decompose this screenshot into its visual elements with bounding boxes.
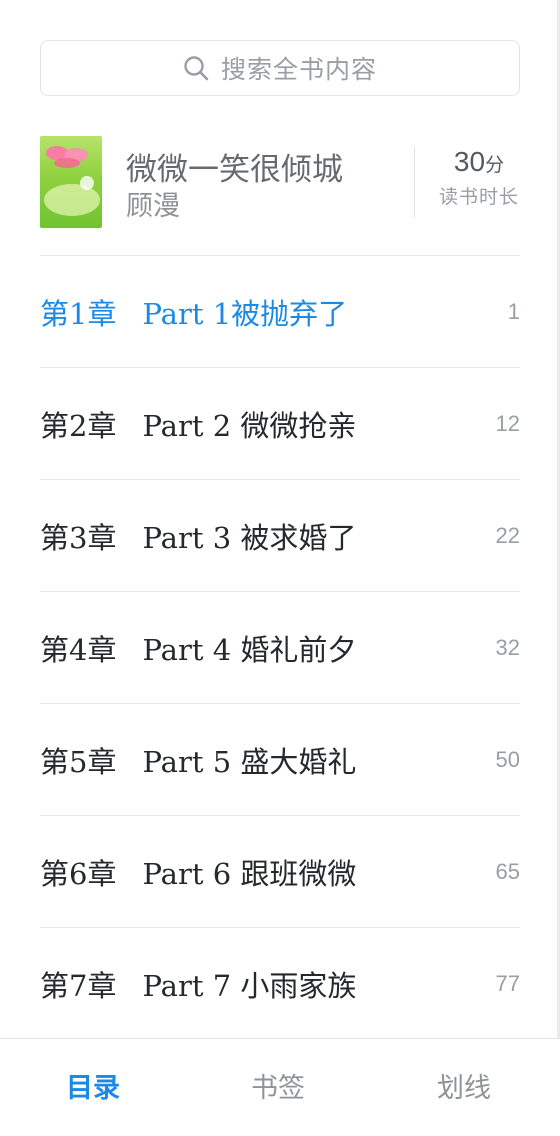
chapter-page: 22: [495, 523, 520, 548]
book-cover[interactable]: [40, 136, 102, 228]
chapter-page: 12: [495, 411, 520, 436]
reading-time: 30分 读书时长: [430, 146, 528, 209]
search-bar[interactable]: 搜索全书内容: [40, 40, 520, 96]
chapter-row[interactable]: 第5章 Part 5 盛大婚礼 50: [40, 703, 520, 815]
divider: [414, 146, 415, 218]
chapter-name: Part 4 婚礼前夕: [142, 632, 357, 667]
book-title: 微微一笑很倾城: [126, 152, 343, 188]
chapter-name: Part 7 小雨家族: [142, 968, 357, 1003]
chapter-title: 第3章 Part 3 被求婚了: [40, 515, 356, 557]
reading-time-value: 30: [453, 146, 486, 177]
chapter-title: 第6章 Part 6 跟班微微: [40, 851, 356, 893]
chapter-number: 第2章: [40, 408, 117, 443]
chapter-name: Part 3 被求婚了: [142, 520, 357, 555]
chapter-list: 第1章 Part 1被抛弃了 1 第2章 Part 2 微微抢亲 12 第3章 Par…: [40, 255, 520, 1039]
chapter-row[interactable]: 第4章 Part 4 婚礼前夕 32: [40, 591, 520, 703]
chapter-row[interactable]: 第1章 Part 1被抛弃了 1: [40, 255, 520, 367]
chapter-name: Part 1被抛弃了: [142, 296, 348, 331]
chapter-title: 第7章 Part 7 小雨家族: [40, 963, 356, 1005]
chapter-number: 第5章: [40, 744, 117, 779]
chapter-number: 第6章: [40, 856, 117, 891]
chapter-title: 第4章 Part 4 婚礼前夕: [40, 627, 356, 669]
chapter-name: Part 5 盛大婚礼: [142, 744, 357, 779]
search-placeholder: 搜索全书内容: [220, 56, 377, 84]
chapter-name: Part 6 跟班微微: [142, 856, 357, 891]
tab-bookmarks[interactable]: 书签: [208, 1039, 348, 1136]
chapter-name: Part 2 微微抢亲: [142, 408, 357, 443]
chapter-row[interactable]: 第3章 Part 3 被求婚了 22: [40, 479, 520, 591]
reading-time-label: 读书时长: [438, 187, 519, 208]
reading-time-unit: 分: [485, 155, 505, 176]
book-header: 微微一笑很倾城 顾漫 30分 读书时长: [40, 136, 520, 228]
chapter-number: 第4章: [40, 632, 117, 667]
chapter-title: 第5章 Part 5 盛大婚礼: [40, 739, 356, 781]
chapter-title: 第2章 Part 2 微微抢亲: [40, 403, 356, 445]
chapter-number: 第1章: [40, 296, 117, 331]
chapter-number: 第7章: [40, 968, 117, 1003]
chapter-page: 1: [507, 299, 520, 324]
chapter-title: 第1章 Part 1被抛弃了: [40, 291, 347, 333]
book-author: 顾漫: [126, 191, 180, 222]
chapter-page: 77: [495, 971, 520, 996]
tab-highlights[interactable]: 划线: [394, 1039, 534, 1136]
chapter-page: 65: [495, 859, 520, 884]
chapter-row[interactable]: 第7章 Part 7 小雨家族 77: [40, 927, 520, 1039]
chapter-number: 第3章: [40, 520, 117, 555]
bottom-tab-bar: 目录 书签 划线: [0, 1038, 560, 1136]
tab-contents[interactable]: 目录: [23, 1039, 163, 1136]
chapter-row[interactable]: 第2章 Part 2 微微抢亲 12: [40, 367, 520, 479]
search-icon: [184, 56, 209, 81]
chapter-page: 50: [495, 747, 520, 772]
chapter-page: 32: [495, 635, 520, 660]
chapter-row[interactable]: 第6章 Part 6 跟班微微 65: [40, 815, 520, 927]
